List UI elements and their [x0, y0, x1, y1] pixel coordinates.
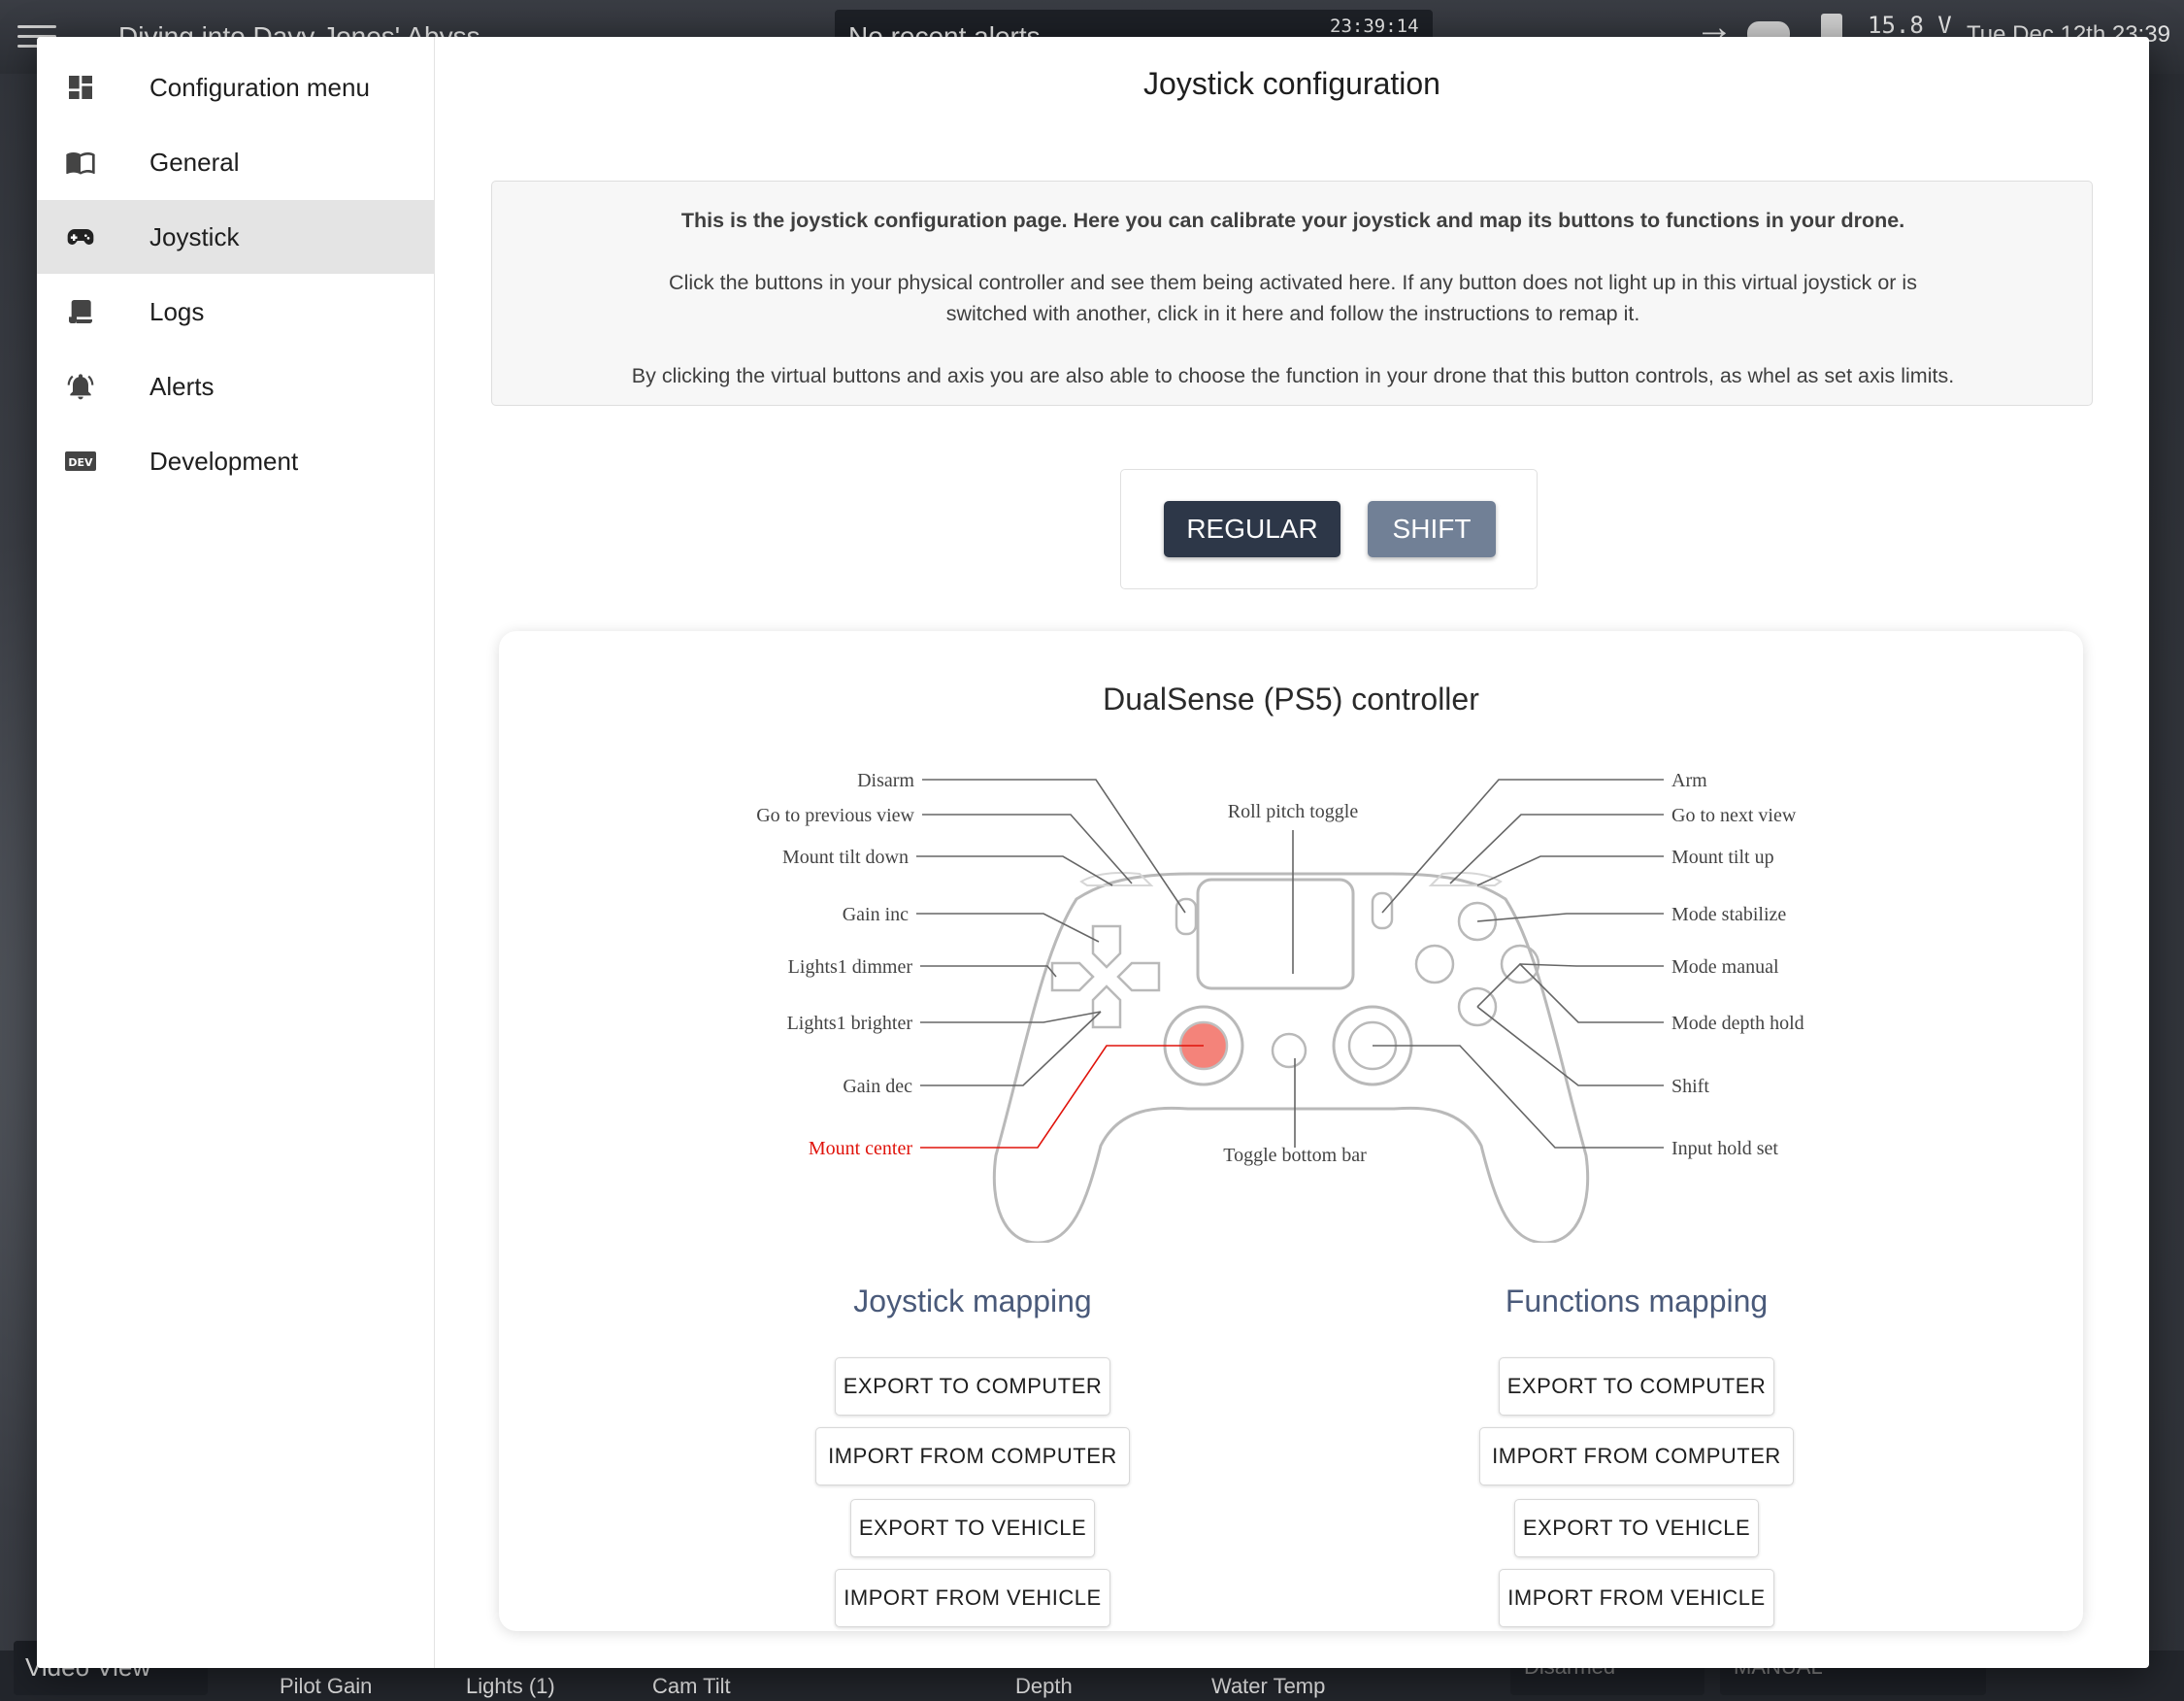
gamepad-icon: [67, 229, 94, 245]
dev-icon: DEV: [65, 451, 96, 471]
label-previous-view[interactable]: Go to previous view: [756, 805, 914, 826]
label-toggle-bottom-bar[interactable]: Toggle bottom bar: [1223, 1145, 1367, 1166]
dpad[interactable]: [1050, 924, 1161, 1029]
options-button[interactable]: [1371, 891, 1394, 930]
config-sidebar: Configuration menu General Joystick Logs: [37, 37, 435, 1668]
widget-lights[interactable]: Lights (1): [466, 1674, 555, 1699]
info-line-functions: By clicking the virtual buttons and axis…: [631, 364, 1955, 387]
joystick-import-vehicle-button[interactable]: IMPORT FROM VEHICLE: [835, 1569, 1110, 1627]
left-labels: Disarm Go to previous view Mount tilt do…: [756, 770, 914, 1159]
square-button[interactable]: [1414, 944, 1455, 984]
right-labels: Arm Go to next view Mount tilt up Mode s…: [1671, 770, 1804, 1159]
label-mode-stabilize[interactable]: Mode stabilize: [1671, 904, 1786, 925]
book-icon: [66, 152, 95, 175]
label-lights-dimmer[interactable]: Lights1 dimmer: [788, 956, 913, 978]
right-leader-lines: [1292, 779, 1664, 1149]
touchpad[interactable]: [1196, 878, 1355, 990]
info-line-intro: This is the joystick configuration page.…: [680, 209, 1905, 232]
label-disarm[interactable]: Disarm: [857, 770, 914, 791]
sidebar-item-joystick[interactable]: Joystick: [37, 200, 435, 274]
info-box: This is the joystick configuration page.…: [491, 181, 2093, 406]
sidebar-item-label: Development: [149, 446, 299, 476]
label-shift[interactable]: Shift: [1671, 1076, 1709, 1097]
widget-depth[interactable]: Depth: [1015, 1674, 1073, 1699]
label-mode-depth-hold[interactable]: Mode depth hold: [1671, 1013, 1804, 1034]
info-line-click-a: Click the buttons in your physical contr…: [669, 271, 1917, 294]
widget-pilot-gain[interactable]: Pilot Gain: [280, 1674, 372, 1699]
dpad-down[interactable]: [1091, 984, 1122, 1029]
info-line-click-b: switched with another, click in it here …: [945, 302, 1640, 325]
label-mode-manual[interactable]: Mode manual: [1671, 956, 1779, 978]
left-leader-lines: [916, 779, 1186, 1086]
svg-text:DEV: DEV: [68, 456, 93, 469]
sidebar-item-alerts[interactable]: Alerts: [37, 350, 435, 423]
page-title: Joystick configuration: [1143, 66, 1440, 101]
controller-diagram: Disarm Go to previous view Mount tilt do…: [756, 770, 1804, 1243]
sidebar-item-configuration-menu[interactable]: Configuration menu: [37, 50, 435, 124]
sidebar-item-label: Configuration menu: [149, 72, 370, 102]
scroll-icon: [69, 300, 92, 323]
joystick-config-page: Joystick configuration This is the joyst…: [435, 37, 2149, 1668]
joystick-import-computer-button[interactable]: IMPORT FROM COMPUTER: [815, 1427, 1130, 1485]
mode-toggle-group: REGULAR SHIFT: [1120, 469, 1538, 589]
mount-center-leader: [920, 1045, 1204, 1149]
controller-outline: [992, 872, 1590, 1243]
label-gain-dec[interactable]: Gain dec: [843, 1076, 912, 1097]
sidebar-item-label: Joystick: [149, 221, 240, 251]
alert-time: 23:39:14: [1330, 16, 1419, 37]
sidebar-item-logs[interactable]: Logs: [37, 275, 435, 349]
ps-button[interactable]: [1271, 1032, 1307, 1069]
voltage-readout: 15.8 V: [1868, 12, 1952, 39]
functions-export-vehicle-button[interactable]: EXPORT TO VEHICLE: [1514, 1499, 1759, 1557]
joystick-export-vehicle-button[interactable]: EXPORT TO VEHICLE: [850, 1499, 1095, 1557]
widget-water-temp[interactable]: Water Temp: [1211, 1674, 1325, 1699]
label-gain-inc[interactable]: Gain inc: [843, 904, 909, 925]
regular-mode-button[interactable]: REGULAR: [1164, 501, 1340, 557]
label-next-view[interactable]: Go to next view: [1671, 805, 1797, 826]
widget-cam-tilt[interactable]: Cam Tilt: [652, 1674, 731, 1699]
label-lights-brighter[interactable]: Lights1 brighter: [787, 1013, 913, 1034]
dpad-left[interactable]: [1050, 961, 1095, 992]
joystick-export-computer-button[interactable]: EXPORT TO COMPUTER: [835, 1357, 1110, 1416]
shift-mode-button[interactable]: SHIFT: [1368, 501, 1496, 557]
sidebar-item-development[interactable]: DEV Development: [37, 424, 435, 498]
bell-icon: [67, 374, 94, 400]
label-arm[interactable]: Arm: [1671, 770, 1707, 791]
label-roll-pitch-toggle[interactable]: Roll pitch toggle: [1228, 801, 1359, 822]
controller-card: DualSense (PS5) controller Disarm Go to …: [499, 631, 2083, 1631]
label-input-hold-set[interactable]: Input hold set: [1671, 1138, 1778, 1159]
functions-import-vehicle-button[interactable]: IMPORT FROM VEHICLE: [1499, 1569, 1774, 1627]
sidebar-item-label: General: [149, 147, 240, 177]
controller-title: DualSense (PS5) controller: [1103, 682, 1479, 717]
functions-import-computer-button[interactable]: IMPORT FROM COMPUTER: [1479, 1427, 1794, 1485]
functions-export-computer-button[interactable]: EXPORT TO COMPUTER: [1499, 1357, 1774, 1416]
dpad-right[interactable]: [1116, 961, 1161, 992]
label-mount-center[interactable]: Mount center: [809, 1138, 913, 1159]
label-mount-tilt-down[interactable]: Mount tilt down: [782, 847, 909, 868]
sidebar-item-general[interactable]: General: [37, 125, 435, 199]
joystick-mapping-title: Joystick mapping: [853, 1284, 1092, 1318]
label-mount-tilt-up[interactable]: Mount tilt up: [1671, 847, 1774, 868]
dashboard-icon: [69, 76, 92, 99]
sidebar-item-label: Alerts: [149, 371, 215, 401]
dpad-up[interactable]: [1091, 924, 1122, 969]
configuration-modal: Configuration menu General Joystick Logs: [37, 37, 2149, 1668]
functions-mapping-title: Functions mapping: [1505, 1284, 1769, 1318]
l1-bumper[interactable]: [1079, 872, 1154, 886]
sidebar-item-label: Logs: [149, 296, 205, 326]
